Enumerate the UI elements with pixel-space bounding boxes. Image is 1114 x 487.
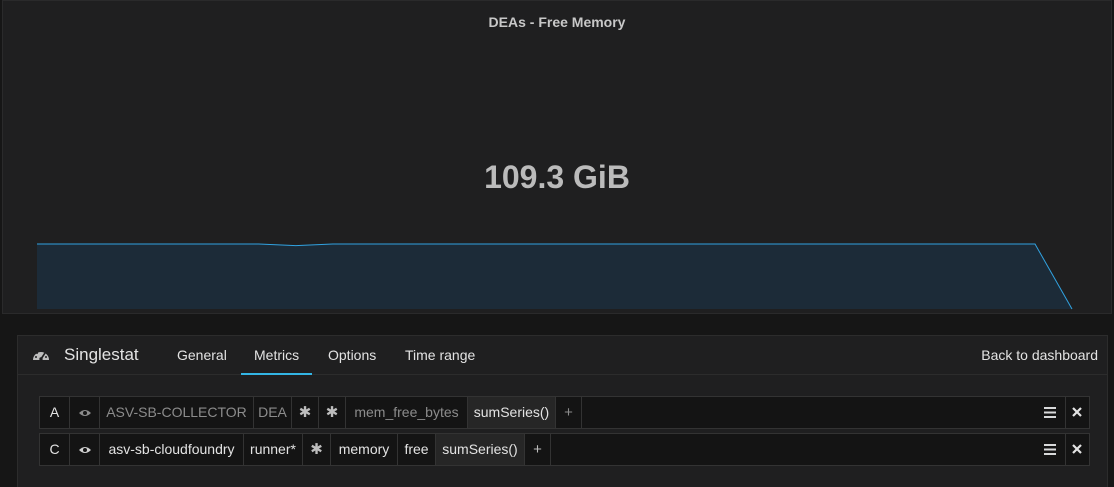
panel-editor: Singlestat General Metrics Options Time … bbox=[17, 335, 1108, 487]
metric-segment[interactable]: free bbox=[398, 434, 436, 465]
tab-metrics[interactable]: Metrics bbox=[240, 347, 313, 375]
sparkline-area bbox=[37, 244, 1072, 309]
back-to-dashboard-link[interactable]: Back to dashboard bbox=[981, 347, 1098, 363]
tab-general[interactable]: General bbox=[177, 347, 227, 363]
wildcard-segment[interactable]: ✱ bbox=[303, 434, 331, 465]
metric-segment[interactable]: memory bbox=[331, 434, 398, 465]
eye-icon[interactable] bbox=[70, 397, 100, 428]
metric-segment[interactable]: ASV-SB-COLLECTOR bbox=[100, 397, 254, 428]
editor-title: Singlestat bbox=[64, 345, 139, 364]
query-row-c: C asv-sb-cloudfoundry runner* ✱ memory f… bbox=[39, 433, 1090, 466]
tab-time-range[interactable]: Time range bbox=[405, 347, 475, 363]
metric-segment[interactable]: runner* bbox=[244, 434, 303, 465]
metric-segment[interactable]: DEA bbox=[254, 397, 292, 428]
add-function-button[interactable]: + bbox=[525, 434, 551, 465]
function-sumseries[interactable]: sumSeries() bbox=[436, 434, 525, 465]
query-row-a: A ASV-SB-COLLECTOR DEA ✱ ✱ mem_free_byte… bbox=[39, 396, 1090, 429]
close-icon[interactable] bbox=[1065, 434, 1089, 465]
close-icon[interactable] bbox=[1065, 397, 1089, 428]
editor-header: Singlestat General Metrics Options Time … bbox=[18, 336, 1107, 375]
eye-icon[interactable] bbox=[70, 434, 100, 465]
dashboard-gauge-icon bbox=[33, 350, 49, 361]
query-ref-label: A bbox=[40, 397, 70, 428]
hamburger-menu-icon[interactable] bbox=[1038, 397, 1062, 428]
hamburger-menu-icon[interactable] bbox=[1038, 434, 1062, 465]
function-sumseries[interactable]: sumSeries() bbox=[468, 397, 556, 428]
tab-options[interactable]: Options bbox=[328, 347, 376, 363]
sparkline bbox=[37, 243, 1073, 310]
wildcard-segment[interactable]: ✱ bbox=[292, 397, 319, 428]
metric-segment[interactable]: mem_free_bytes bbox=[346, 397, 468, 428]
wildcard-segment[interactable]: ✱ bbox=[319, 397, 346, 428]
metric-segment[interactable]: asv-sb-cloudfoundry bbox=[100, 434, 244, 465]
query-ref-label: C bbox=[40, 434, 70, 465]
singlestat-panel: DEAs - Free Memory 109.3 GiB bbox=[2, 0, 1112, 314]
stat-value: 109.3 GiB bbox=[484, 159, 630, 195]
add-function-button[interactable]: + bbox=[556, 397, 582, 428]
